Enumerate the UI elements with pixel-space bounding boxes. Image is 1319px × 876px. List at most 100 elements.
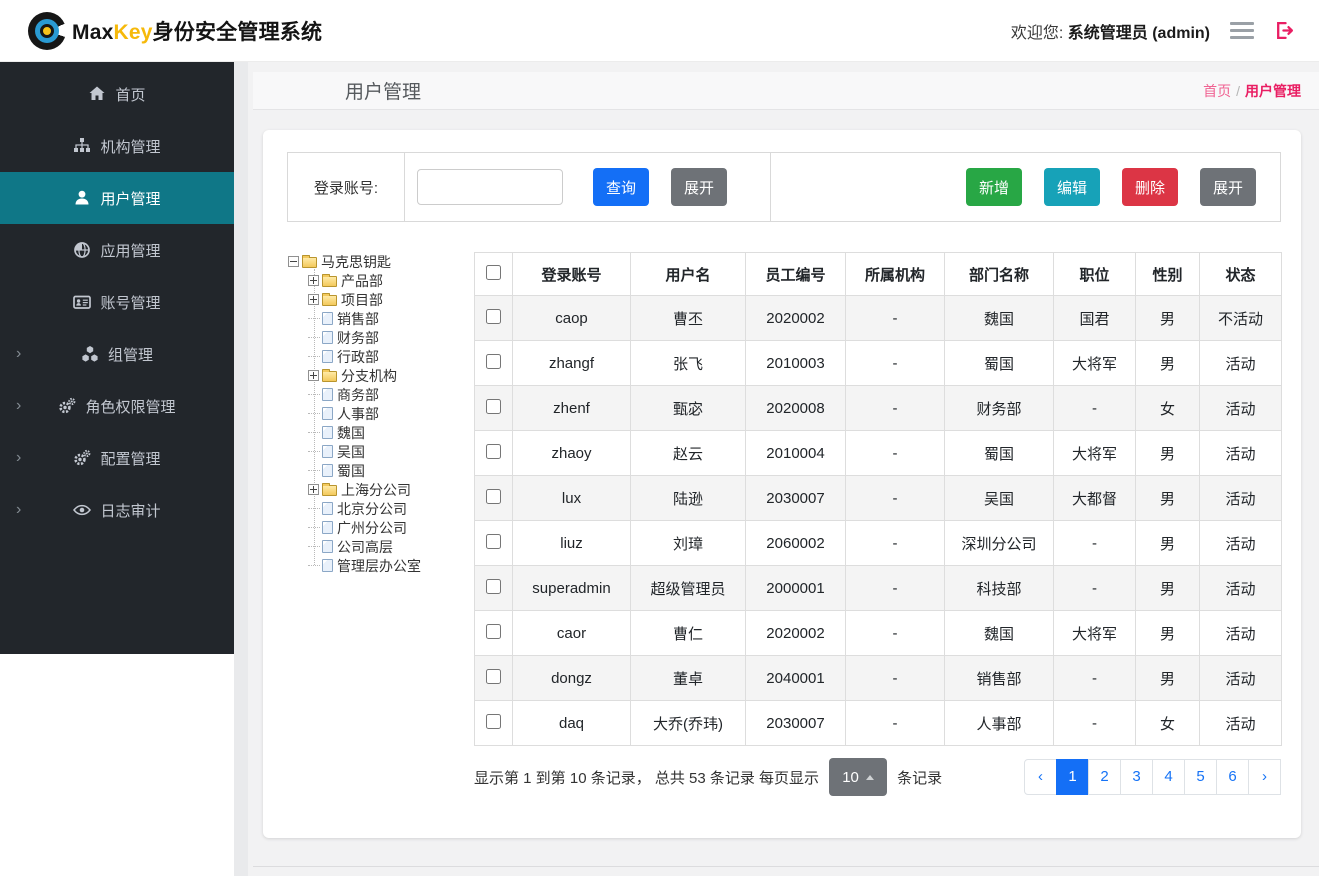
row-checkbox[interactable] [486,488,501,504]
sidebar-item[interactable]: 机构管理 [0,120,234,172]
table-row[interactable]: dongz 董卓 2040001 - 销售部 - 男 活动 [474,655,1282,701]
sidebar-lower-area [0,654,234,876]
login-account-input[interactable] [417,169,563,205]
table-row[interactable]: daq 大乔(乔玮) 2030007 - 人事部 - 女 活动 [474,700,1282,746]
page-button[interactable]: › [1248,759,1281,795]
table-row[interactable]: zhenf 甄宓 2020008 - 财务部 - 女 活动 [474,385,1282,431]
table-row[interactable]: caop 曹丕 2020002 - 魏国 国君 男 不活动 [474,295,1282,341]
tree-node[interactable]: 分支机构 [287,366,469,385]
sidebar-item[interactable]: › 配置管理 [0,432,234,484]
logout-icon[interactable] [1274,20,1295,41]
tree-node[interactable]: 马克思钥匙 [287,252,469,271]
tree-node[interactable]: 魏国 [287,423,469,442]
row-checkbox[interactable] [486,578,501,594]
expand-search-button[interactable]: 展开 [671,168,727,206]
tree-node[interactable]: 蜀国 [287,461,469,480]
sidebar-item[interactable]: 应用管理 [0,224,234,276]
row-checkbox[interactable] [486,713,501,729]
breadcrumb-current: 用户管理 [1245,82,1301,99]
tree-node[interactable]: 人事部 [287,404,469,423]
breadcrumb-home-link[interactable]: 首页 [1203,83,1231,99]
row-checkbox[interactable] [486,668,501,684]
cell-login-account: zhaoy [512,430,631,476]
sidebar-item-label: 账号管理 [100,294,161,312]
cell-position: - [1053,520,1136,566]
cell-status: 活动 [1199,520,1282,566]
tree-node[interactable]: 项目部 [287,290,469,309]
cell-login-account: caor [512,610,631,656]
tree-node[interactable]: 上海分公司 [287,480,469,499]
page-button[interactable]: 6 [1216,759,1249,795]
tree-node-icon [322,388,333,401]
page-button[interactable]: 2 [1088,759,1121,795]
table-row[interactable]: zhaoy 赵云 2010004 - 蜀国 大将军 男 活动 [474,430,1282,476]
table-row[interactable]: liuz 刘璋 2060002 - 深圳分公司 - 男 活动 [474,520,1282,566]
table-row[interactable]: zhangf 张飞 2010003 - 蜀国 大将军 男 活动 [474,340,1282,386]
tree-expander-icon[interactable] [308,370,319,381]
tree-expander-icon[interactable] [308,356,320,357]
page-button[interactable]: 3 [1120,759,1153,795]
page-button[interactable]: 5 [1184,759,1217,795]
tree-expander-icon[interactable] [308,394,320,395]
tree-expander-icon[interactable] [308,318,320,319]
tree-expander-icon[interactable] [308,546,320,547]
table-row[interactable]: superadmin 超级管理员 2000001 - 科技部 - 男 活动 [474,565,1282,611]
row-checkbox[interactable] [486,353,501,369]
sidebar-item[interactable]: › 日志审计 [0,484,234,536]
sidebar-item[interactable]: › 组管理 [0,328,234,380]
welcome-prefix: 欢迎您: [1010,24,1064,42]
tree-expander-icon[interactable] [308,470,320,471]
tree-expander-icon[interactable] [308,527,320,528]
tree-expander-icon[interactable] [288,256,299,267]
cell-status: 活动 [1199,340,1282,386]
menu-toggle-icon[interactable] [1230,22,1254,39]
table-row[interactable]: caor 曹仁 2020002 - 魏国 大将军 男 活动 [474,610,1282,656]
tree-node-icon [322,483,337,496]
page-size-dropdown[interactable]: 10 [829,758,888,796]
tree-node[interactable]: 销售部 [287,309,469,328]
row-checkbox[interactable] [486,623,501,639]
tree-expander-icon[interactable] [308,275,319,286]
tree-node[interactable]: 吴国 [287,442,469,461]
page-button[interactable]: 1 [1056,759,1089,795]
table-row[interactable]: lux 陆逊 2030007 - 吴国 大都督 男 活动 [474,475,1282,521]
tree-expander-icon[interactable] [308,565,320,566]
sidebar-item[interactable]: 首页 [0,68,234,120]
action-button[interactable]: 删除 [1122,168,1178,206]
tree-node[interactable]: 广州分公司 [287,518,469,537]
action-button[interactable]: 编辑 [1044,168,1100,206]
tree-node[interactable]: 北京分公司 [287,499,469,518]
tree-node[interactable]: 商务部 [287,385,469,404]
action-button[interactable]: 展开 [1200,168,1256,206]
tree-node[interactable]: 管理层办公室 [287,556,469,575]
select-all-checkbox[interactable] [486,264,501,280]
sidebar-item[interactable]: › 角色权限管理 [0,380,234,432]
tree-node[interactable]: 行政部 [287,347,469,366]
tree-node-label: 销售部 [337,310,379,327]
row-checkbox[interactable] [486,443,501,459]
tree-expander-icon[interactable] [308,484,319,495]
sidebar-item-label: 配置管理 [100,450,161,468]
query-button[interactable]: 查询 [593,168,649,206]
tree-node[interactable]: 财务部 [287,328,469,347]
action-button[interactable]: 新增 [966,168,1022,206]
row-checkbox[interactable] [486,308,501,324]
tree-expander-icon[interactable] [308,432,320,433]
cell-login-account: zhenf [512,385,631,431]
cell-gender: 女 [1135,385,1200,431]
brand[interactable]: MaxKey身份安全管理系统 [28,11,322,50]
page-button[interactable]: 4 [1152,759,1185,795]
tree-expander-icon[interactable] [308,294,319,305]
tree-node[interactable]: 产品部 [287,271,469,290]
gears-icon [58,397,76,415]
row-checkbox[interactable] [486,398,501,414]
row-checkbox[interactable] [486,533,501,549]
tree-node[interactable]: 公司高层 [287,537,469,556]
tree-expander-icon[interactable] [308,508,320,509]
sidebar-item[interactable]: 用户管理 [0,172,234,224]
tree-expander-icon[interactable] [308,451,320,452]
tree-expander-icon[interactable] [308,337,320,338]
tree-expander-icon[interactable] [308,413,320,414]
page-button[interactable]: ‹ [1024,759,1057,795]
sidebar-item[interactable]: 账号管理 [0,276,234,328]
